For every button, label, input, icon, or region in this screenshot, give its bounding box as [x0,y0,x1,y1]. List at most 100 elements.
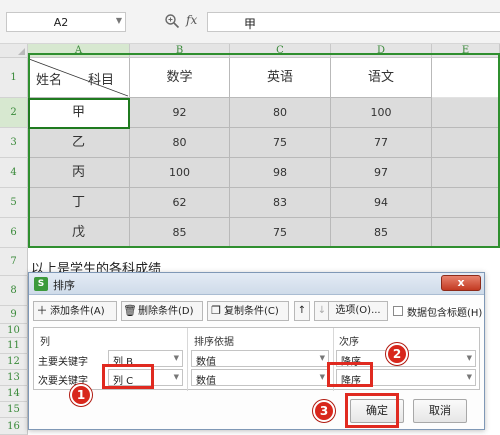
move-up-button[interactable]: ↑ [294,301,310,321]
score-cell[interactable]: 80 [230,98,331,128]
header-cell[interactable]: 语文 [331,58,432,98]
corner-label-subject: 科目 [88,73,115,88]
column-divider [333,328,334,391]
step-badge-2: 2 [386,343,408,365]
header-checkbox[interactable] [393,306,403,316]
header-checkbox-label: 数据包含标题(H) [407,308,483,319]
empty-cell[interactable] [432,128,500,158]
row-header-15[interactable]: 15 [0,402,28,418]
score-cell[interactable]: 85 [130,218,230,248]
chevron-down-icon: ▼ [173,354,179,362]
dialog-title: 排序 [53,279,75,292]
chevron-down-icon: ▼ [319,373,325,381]
cancel-button[interactable]: 取消 [413,399,467,423]
row-header-5[interactable]: 5 [0,188,28,218]
secondary-basis-select[interactable]: 数值 ▼ [191,369,329,387]
row-header-7[interactable]: 7 [0,248,28,276]
name-cell[interactable]: 丙 [28,158,130,188]
score-cell[interactable]: 85 [331,218,432,248]
row-header-4[interactable]: 4 [0,158,28,188]
formula-bar: A2 ▼ fx 甲 [0,0,500,44]
row-header-3[interactable]: 3 [0,128,28,158]
select-all-corner[interactable] [0,44,28,58]
primary-basis-select[interactable]: 数值 ▼ [191,350,329,368]
chevron-down-icon: ▼ [173,373,179,381]
score-cell[interactable]: 83 [230,188,331,218]
name-cell[interactable]: 甲 [28,98,130,128]
column-header-e[interactable]: E [432,44,500,58]
arrow-down-icon: ↓ [317,305,327,316]
chevron-down-icon[interactable]: ▼ [116,16,122,25]
corner-label-name: 姓名 [36,73,63,88]
row-header-13[interactable]: 13 [0,370,28,386]
row-header-2[interactable]: 2 [0,98,28,128]
delete-condition-button[interactable]: 🗑删除条件(D) [121,301,203,321]
row-header-9[interactable]: 9 [0,306,28,324]
empty-cell[interactable] [432,58,500,98]
column-header-c[interactable]: C [230,44,331,58]
dialog-titlebar[interactable]: S 排序 x [29,273,484,295]
score-cell[interactable]: 98 [230,158,331,188]
sort-dialog: S 排序 x ＋添加条件(A) 🗑删除条件(D) ❐ 复制条件(C) ↑ ↓ 选项… [28,272,485,430]
formula-input[interactable]: 甲 [207,12,500,32]
step-badge-3: 3 [313,400,335,422]
empty-cell[interactable] [432,158,500,188]
name-box[interactable]: A2 ▼ [6,12,126,32]
fx-icon[interactable]: fx [186,13,197,27]
close-button[interactable]: x [441,275,481,291]
row-header-1[interactable]: 1 [0,58,28,98]
empty-cell[interactable] [432,218,500,248]
primary-column-select[interactable]: 列 B ▼ [108,350,183,368]
chevron-down-icon: ▼ [319,354,325,362]
header-cell[interactable]: 英语 [230,58,331,98]
column-divider [187,328,188,391]
score-cell[interactable]: 100 [331,98,432,128]
corner-header-cell[interactable]: 姓名 科目 [28,58,130,98]
empty-cell[interactable] [432,188,500,218]
row-header-10[interactable]: 10 [0,324,28,338]
row-header-16[interactable]: 16 [0,418,28,435]
header-cell[interactable]: 数学 [130,58,230,98]
score-cell[interactable]: 62 [130,188,230,218]
grid-header-order: 次序 [339,337,359,348]
score-cell[interactable]: 80 [130,128,230,158]
name-cell[interactable]: 乙 [28,128,130,158]
wps-app-icon: S [34,277,48,291]
empty-cell[interactable] [432,98,500,128]
column-header-a[interactable]: A [28,44,130,58]
formula-value: 甲 [244,17,257,31]
options-button[interactable]: 选项(O)... [328,301,388,321]
trash-icon: 🗑 [123,304,137,317]
score-cell[interactable]: 75 [230,218,331,248]
row-header-12[interactable]: 12 [0,354,28,370]
zoom-icon[interactable] [164,13,180,29]
chevron-down-icon: ▼ [466,373,472,381]
secondary-column-select[interactable]: 列 C ▼ [108,369,183,387]
score-cell[interactable]: 77 [331,128,432,158]
primary-key-label: 主要关键字 [38,357,88,368]
score-cell[interactable]: 75 [230,128,331,158]
score-cell[interactable]: 94 [331,188,432,218]
grid-header-column: 列 [40,337,50,348]
row-header-14[interactable]: 14 [0,386,28,402]
plus-icon: ＋ [36,304,48,317]
score-cell[interactable]: 92 [130,98,230,128]
add-condition-button[interactable]: ＋添加条件(A) [33,301,117,321]
arrow-up-icon: ↑ [297,305,307,316]
grid-header-basis: 排序依据 [194,337,234,348]
score-cell[interactable]: 97 [331,158,432,188]
ok-button[interactable]: 确定 [350,399,404,423]
row-header-11[interactable]: 11 [0,338,28,354]
name-cell[interactable]: 丁 [28,188,130,218]
cell-reference: A2 [53,16,69,29]
secondary-order-select[interactable]: 降序 ▼ [336,369,476,387]
name-cell[interactable]: 戊 [28,218,130,248]
row-header-6[interactable]: 6 [0,218,28,248]
column-header-d[interactable]: D [331,44,432,58]
column-header-b[interactable]: B [130,44,230,58]
step-badge-1: 1 [70,384,92,406]
copy-condition-button[interactable]: ❐ 复制条件(C) [207,301,289,321]
score-cell[interactable]: 100 [130,158,230,188]
row-header-8[interactable]: 8 [0,276,28,306]
copy-icon: ❐ [211,304,221,317]
